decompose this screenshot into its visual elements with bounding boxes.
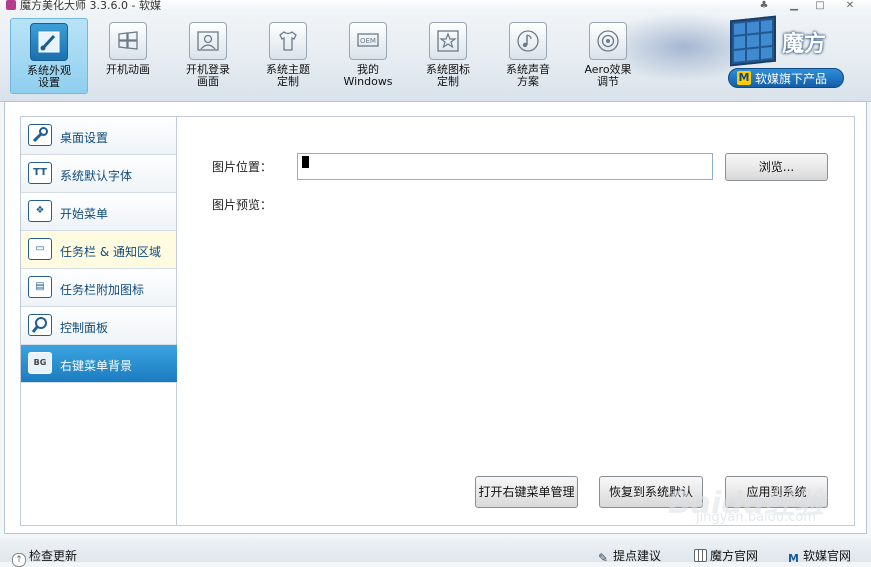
products-button[interactable]: M 软媒旗下产品 [728,68,844,88]
font-icon: TT [28,162,52,184]
maximize-icon[interactable]: □ [810,0,830,11]
arrow-up-icon: ↑ [12,553,26,567]
image-preview-label: 图片预览： [212,198,273,212]
check-update-link[interactable]: ↑ 检查更新 [12,547,77,567]
toolbar-sounds[interactable]: 系统声音 方案 [489,18,567,94]
taskbar-icon: ▭ [28,238,52,260]
toolbar-my-windows[interactable]: OEM 我的 Windows [329,18,407,94]
sidebar-item-taskbar-notification[interactable]: ▭ 任务栏 & 通知区域 [21,231,176,269]
sidebar-item-start-menu[interactable]: ❖ 开始菜单 [21,193,176,231]
pencil-icon: ✎ [598,551,609,565]
toolbar-system-appearance[interactable]: 系统外观 设置 [10,18,88,94]
feedback-link[interactable]: ✎ 提点建议 [598,547,661,564]
grid-icon [694,549,707,562]
star-icon [429,22,467,60]
windows-logo-icon [109,22,147,60]
cube-logo-icon [730,15,776,67]
image-preview-area [212,214,828,464]
sidebar-item-default-font[interactable]: TT 系统默认字体 [21,155,176,193]
sidebar-item-control-panel[interactable]: 控制面板 [21,307,176,345]
wrench-icon [28,124,52,146]
ruanmei-logo-icon: M [788,552,799,565]
toolbar-icons[interactable]: 系统图标 定制 [409,18,487,94]
browse-button[interactable]: 浏览... [725,153,828,181]
apply-to-system-button[interactable]: 应用到系统 [725,476,828,508]
image-path-input[interactable] [297,153,713,180]
toolbar: 魔方美化大师 3.3.6.0 - 软媒 ♣ ▁ □ ✕ 系统外观 设置 开机动画… [0,0,871,102]
toolbar-login-screen[interactable]: 开机登录 画面 [169,18,247,94]
image-location-label: 图片位置： [212,160,273,174]
user-login-icon [189,22,227,60]
paintbrush-icon [30,23,68,61]
sidebar-item-taskbar-icons[interactable]: ▤ 任务栏附加图标 [21,269,176,307]
brand-name: 魔方 [782,32,827,57]
ruanmei-m-icon: M [737,71,751,85]
sidebar: 桌面设置 TT 系统默认字体 ❖ 开始菜单 ▭ 任务栏 & 通知区域 ▤ 任务栏… [20,116,188,526]
restore-default-button[interactable]: 恢复到系统默认 [599,476,703,508]
toolbar-theme[interactable]: 系统主题 定制 [249,18,327,94]
sidebar-item-context-menu-background[interactable]: BG 右键菜单背景 [21,345,188,383]
aero-disc-icon [589,22,627,60]
bg-icon: BG [28,352,52,374]
toolbar-boot-animation[interactable]: 开机动画 [89,18,167,94]
text-caret [302,156,309,168]
music-note-icon [509,22,547,60]
close-icon[interactable]: ✕ [840,0,860,11]
status-bar: ↑ 检查更新 ✎ 提点建议 魔方官网 M 软媒官网 [0,538,871,567]
mofang-site-link[interactable]: 魔方官网 [694,547,758,564]
minimize-icon[interactable]: ▁ [784,0,804,11]
start-menu-icon: ❖ [28,200,52,222]
sidebar-item-desktop[interactable]: 桌面设置 [21,117,176,155]
ruanmei-site-link[interactable]: M 软媒官网 [788,547,851,565]
tshirt-icon [269,22,307,60]
window-title: 魔方美化大师 3.3.6.0 - 软媒 [6,0,161,12]
taskbar-icons-icon: ▤ [28,276,52,298]
oem-icon: OEM [349,22,387,60]
magnifier-icon [28,314,52,336]
toolbar-aero[interactable]: Aero效果 调节 [569,18,647,94]
mofang-logo: 魔方 M 软媒旗下产品 [726,15,866,96]
svg-text:OEM: OEM [360,37,376,45]
pin-icon[interactable]: ♣ [754,0,774,11]
open-context-menu-manager-button[interactable]: 打开右键菜单管理 [475,476,578,508]
app-icon [6,0,16,10]
